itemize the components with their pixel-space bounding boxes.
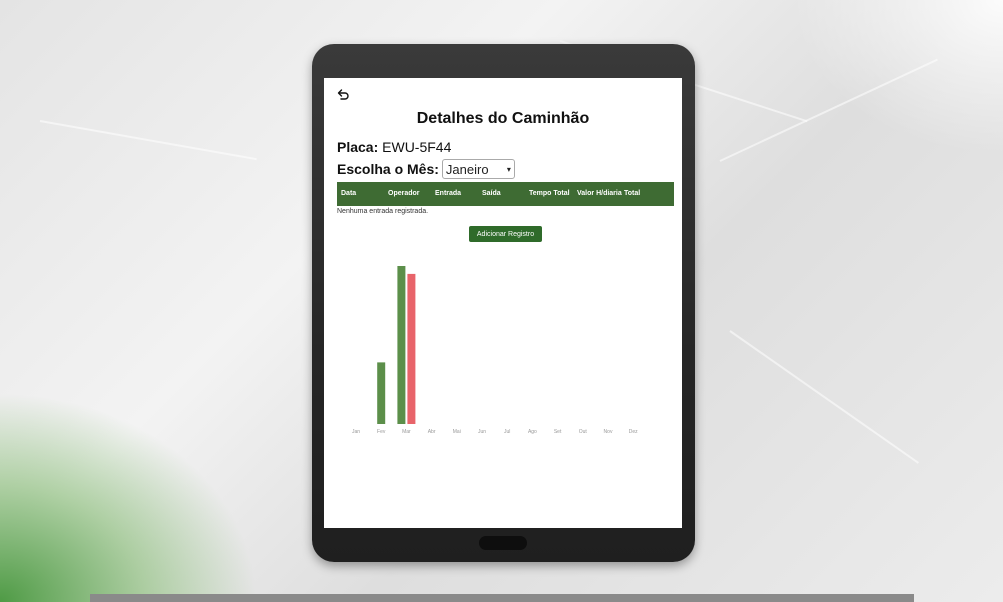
month-label: Escolha o Mês: [337, 161, 439, 177]
plate-label: Placa: [337, 139, 379, 155]
chart-tick-label: Set [554, 429, 562, 435]
bottom-strip [90, 594, 914, 602]
chart-tick-label: Out [579, 429, 588, 435]
column-header-date: Data [341, 190, 357, 197]
chart-tick-label: Fev [377, 429, 386, 435]
chart-bar-mar-series-2 [407, 273, 416, 424]
plate-row: Placa: EWU-5F44 [337, 139, 451, 155]
home-button[interactable] [479, 536, 527, 550]
chart-bar-mar-series-1 [397, 266, 406, 424]
chart-tick-label: Jun [478, 429, 486, 435]
undo-arrow-icon[interactable] [336, 87, 350, 101]
add-record-button[interactable]: Adicionar Registro [469, 226, 542, 242]
chart-tick-label: Nov [604, 429, 613, 435]
chart-bar-fev-series-1 [377, 362, 386, 424]
table-header: Data Operador Entrada Saída Tempo Total … [337, 182, 674, 206]
column-header-total: Total [624, 190, 641, 197]
chart-tick-label: Mai [453, 429, 461, 435]
tablet-device: Detalhes do Caminhão Placa: EWU-5F44 Esc… [312, 44, 695, 562]
monthly-bar-chart: Jan Fev Mar Abr Mai Jun Jul Ago Set Out Nov Dez [352, 266, 638, 435]
chart-tick-label: Jul [504, 429, 510, 435]
month-select[interactable]: Janeiro ▾ [441, 159, 515, 179]
background-crease [39, 120, 257, 161]
column-header-exit: Saída [482, 190, 501, 197]
chart-tick-label: Jan [352, 429, 360, 435]
background-crease [729, 330, 919, 464]
month-select-value: Janeiro [445, 161, 489, 177]
page-title: Detalhes do Caminhão [416, 110, 590, 127]
chart-tick-label: Dez [629, 429, 638, 435]
tablet-screen: Detalhes do Caminhão Placa: EWU-5F44 Esc… [324, 78, 682, 528]
column-header-operator: Operador [388, 190, 420, 197]
chart-tick-label: Mar [402, 429, 411, 435]
column-header-total-time: Tempo Total [529, 190, 570, 197]
chart-tick-label: Abr [428, 429, 436, 435]
plate-value: EWU-5F44 [382, 139, 452, 155]
month-row: Escolha o Mês: Janeiro ▾ [337, 159, 515, 179]
empty-table-message: Nenhuma entrada registrada. [337, 208, 429, 215]
chevron-down-icon: ▾ [506, 164, 511, 174]
background-crease [719, 58, 938, 162]
column-header-entry: Entrada [435, 190, 462, 197]
column-header-daily-rate: Valor H/diaria [577, 190, 622, 197]
chart-tick-label: Ago [528, 429, 537, 435]
